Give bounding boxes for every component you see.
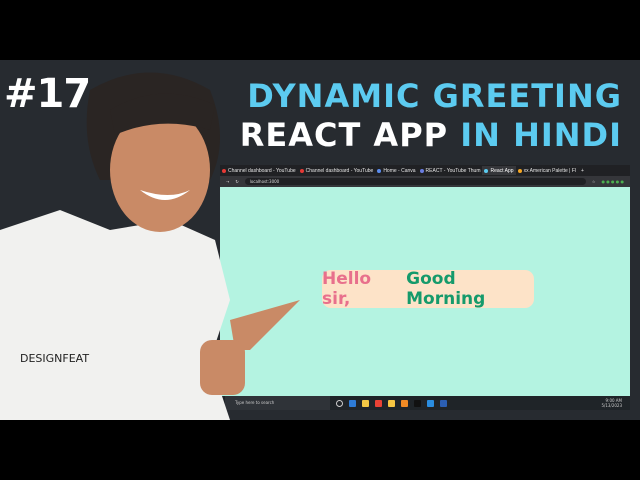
edge-icon[interactable] [349,399,356,407]
vscode-icon[interactable] [427,399,434,407]
title-line-1: DYNAMIC GREETING [247,77,622,115]
greeting-card: Hello sir, Good Morning [322,269,534,309]
episode-number: #17 [4,71,91,117]
word-icon[interactable] [440,399,447,407]
store-icon[interactable] [362,399,369,407]
new-tab-icon[interactable]: + [581,168,584,174]
palette-icon [517,168,522,173]
shirt-text: DESIGNFEAT [20,352,89,365]
star-icon[interactable]: ☆ [592,179,596,184]
chrome-icon[interactable] [375,399,382,407]
tab-active[interactable]: React App [482,166,516,175]
tab[interactable]: REACT - YouTube Thum [418,166,483,175]
clock[interactable]: 9:00 AM 5/13/2023 [601,398,622,408]
tab[interactable]: xx American Palette | Fl [516,166,578,175]
react-icon [484,168,489,173]
tab[interactable]: Home - Canva [375,166,417,175]
canva-icon [377,168,382,173]
youtube-icon [299,168,304,173]
title-line-2: REACT APP IN HINDI [239,116,622,154]
react-icon [419,168,424,173]
thumbnail: Channel dashboard - YouTube Channel dash… [0,60,640,420]
terminal-icon[interactable] [414,399,421,407]
explorer-icon[interactable] [388,399,395,407]
greeting-message: Good Morning [406,269,486,309]
greeting-prefix: Hello sir, [322,269,372,309]
cortana-icon[interactable] [336,399,343,407]
app-icon[interactable] [401,399,408,407]
tab[interactable]: Channel dashboard - YouTube [298,166,376,175]
extensions-icon[interactable]: ● ● ● ● ● [601,179,624,184]
